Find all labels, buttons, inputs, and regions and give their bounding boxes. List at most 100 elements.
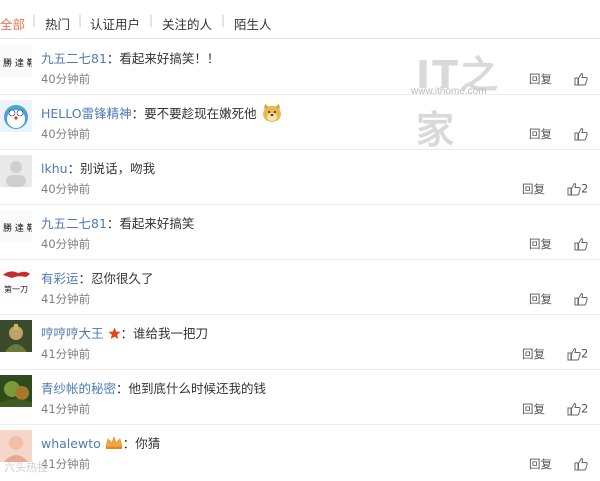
comment-item: HELLO雷锋精神：要不要趁现在嫩死他 40分钟前 回复 bbox=[0, 94, 600, 150]
comment-item: 勝 達 鞋 九五二七81：看起来好搞笑 40分钟前 回复 bbox=[0, 204, 600, 260]
comment-username[interactable]: 青纱帐的秘密 bbox=[41, 381, 116, 396]
like-button[interactable]: 2 bbox=[567, 398, 588, 416]
filter-separator: | bbox=[149, 13, 154, 27]
comment-item: 青纱帐的秘密：他到底什么时候还我的钱 41分钟前 回复 2 bbox=[0, 369, 600, 425]
comment-time: 41分钟前 bbox=[41, 347, 91, 361]
colon: ： bbox=[122, 436, 136, 451]
like-button[interactable] bbox=[574, 288, 588, 306]
like-button[interactable] bbox=[574, 68, 588, 86]
comment-item: 勝 達 鞋 九五二七81：看起来好搞笑！！ 40分钟前 回复 bbox=[0, 39, 600, 95]
filter-separator: | bbox=[32, 13, 37, 27]
filter-following[interactable]: 关注的人 bbox=[162, 14, 212, 33]
like-count: 2 bbox=[581, 181, 589, 196]
comment-time: 40分钟前 bbox=[41, 72, 91, 86]
comment-username[interactable]: 哼哼哼大王 bbox=[41, 326, 104, 341]
thumbs-up-icon bbox=[567, 347, 581, 360]
thumbs-up-icon bbox=[574, 237, 588, 250]
avatar[interactable]: 勝 達 鞋 bbox=[0, 45, 32, 77]
like-count: 2 bbox=[581, 346, 589, 361]
comment-text: 忍你很久了 bbox=[91, 271, 154, 286]
comment-item: lkhu：别说话，吻我 40分钟前 回复 2 bbox=[0, 149, 600, 205]
colon: ： bbox=[116, 381, 129, 396]
comment-content: 有彩运：忍你很久了 bbox=[41, 268, 154, 287]
reply-button[interactable]: 回复 bbox=[529, 456, 552, 472]
comment-time: 40分钟前 bbox=[41, 182, 91, 196]
colon: ： bbox=[67, 161, 81, 176]
comment-text: 谁给我一把刀 bbox=[133, 326, 209, 341]
comment-username[interactable]: 有彩运 bbox=[41, 271, 79, 286]
colon: ： bbox=[106, 216, 120, 231]
comment-username[interactable]: 九五二七81 bbox=[41, 216, 107, 231]
filter-separator: | bbox=[221, 13, 226, 27]
reply-button[interactable]: 回复 bbox=[522, 401, 545, 417]
comment-text: 你猜 bbox=[135, 436, 161, 451]
reply-button[interactable]: 回复 bbox=[522, 181, 545, 197]
like-button[interactable] bbox=[574, 233, 588, 251]
comment-filter-bar: 全部 | 热门 | 认证用户 | 关注的人 | 陌生人 bbox=[0, 0, 600, 39]
filter-all[interactable]: 全部 bbox=[0, 14, 25, 33]
comment-text: 他到底什么时候还我的钱 bbox=[128, 381, 267, 396]
svg-text:勝 達 鞋: 勝 達 鞋 bbox=[3, 57, 32, 69]
avatar[interactable] bbox=[0, 320, 32, 352]
like-button[interactable]: 2 bbox=[567, 178, 588, 196]
comment-time: 41分钟前 bbox=[41, 402, 91, 416]
comment-content: HELLO雷锋精神：要不要趁现在嫩死他 bbox=[41, 103, 283, 126]
comment-username[interactable]: lkhu bbox=[41, 161, 68, 176]
colon: ： bbox=[131, 106, 145, 121]
reply-button[interactable]: 回复 bbox=[529, 126, 552, 142]
comment-content: 青纱帐的秘密：他到底什么时候还我的钱 bbox=[41, 378, 266, 397]
comment-item: whalewto ：你猜 41分钟前 回复 bbox=[0, 424, 600, 479]
comment-username[interactable]: whalewto bbox=[41, 436, 101, 451]
reply-button[interactable]: 回复 bbox=[522, 346, 545, 362]
colon: ： bbox=[106, 51, 120, 66]
comment-content: 九五二七81：看起来好搞笑！！ bbox=[41, 48, 219, 67]
like-button[interactable]: 2 bbox=[567, 343, 588, 361]
comment-item: 哼哼哼大王 ：谁给我一把刀 41分钟前 回复 2 bbox=[0, 314, 600, 370]
colon: ： bbox=[120, 326, 134, 341]
filter-strangers[interactable]: 陌生人 bbox=[234, 14, 272, 33]
reply-button[interactable]: 回复 bbox=[529, 291, 552, 307]
avatar[interactable] bbox=[0, 100, 32, 132]
avatar[interactable]: 勝 達 鞋 bbox=[0, 210, 32, 242]
like-button[interactable] bbox=[574, 123, 588, 141]
comment-text: 看起来好搞笑 bbox=[119, 216, 195, 231]
doge-emoji-icon bbox=[261, 103, 283, 126]
like-count: 2 bbox=[581, 401, 589, 416]
colon: ： bbox=[78, 271, 92, 286]
avatar[interactable] bbox=[0, 155, 32, 187]
filter-hot[interactable]: 热门 bbox=[45, 14, 70, 33]
thumbs-up-icon bbox=[567, 402, 581, 415]
comment-text: 别说话，吻我 bbox=[80, 161, 156, 176]
comment-text: 要不要趁现在嫩死他 bbox=[144, 106, 257, 121]
filter-verified[interactable]: 认证用户 bbox=[90, 14, 140, 33]
thumbs-up-icon bbox=[574, 72, 588, 85]
comment-time: 41分钟前 bbox=[41, 292, 91, 306]
thumbs-up-icon bbox=[574, 457, 588, 470]
comment-time: 40分钟前 bbox=[41, 127, 91, 141]
star-badge-icon bbox=[108, 327, 121, 343]
comment-username[interactable]: 九五二七81 bbox=[41, 51, 107, 66]
reply-button[interactable]: 回复 bbox=[529, 71, 552, 87]
thumbs-up-icon bbox=[574, 127, 588, 140]
member-crown-icon bbox=[105, 436, 123, 453]
comment-content: 哼哼哼大王 ：谁给我一把刀 bbox=[41, 323, 208, 343]
comment-time: 41分钟前 bbox=[41, 457, 91, 471]
comment-content: whalewto ：你猜 bbox=[41, 433, 160, 453]
avatar[interactable]: 第一刀 bbox=[0, 265, 32, 297]
comment-item: 第一刀 有彩运：忍你很久了 41分钟前 回复 bbox=[0, 259, 600, 315]
comment-content: 九五二七81：看起来好搞笑 bbox=[41, 213, 194, 232]
filter-separator: | bbox=[78, 13, 83, 27]
weibo-watermark: 六头热捏 bbox=[4, 461, 48, 474]
comment-text: 看起来好搞笑！！ bbox=[119, 51, 220, 66]
svg-text:第一刀: 第一刀 bbox=[4, 284, 28, 294]
comment-username[interactable]: HELLO雷锋精神 bbox=[41, 106, 132, 121]
thumbs-up-icon bbox=[567, 182, 581, 195]
comment-content: lkhu：别说话，吻我 bbox=[41, 158, 155, 177]
thumbs-up-icon bbox=[574, 292, 588, 305]
reply-button[interactable]: 回复 bbox=[529, 236, 552, 252]
svg-text:勝 達 鞋: 勝 達 鞋 bbox=[3, 222, 32, 234]
avatar[interactable] bbox=[0, 430, 32, 462]
comment-time: 40分钟前 bbox=[41, 237, 91, 251]
avatar[interactable] bbox=[0, 375, 32, 407]
like-button[interactable] bbox=[574, 453, 588, 471]
